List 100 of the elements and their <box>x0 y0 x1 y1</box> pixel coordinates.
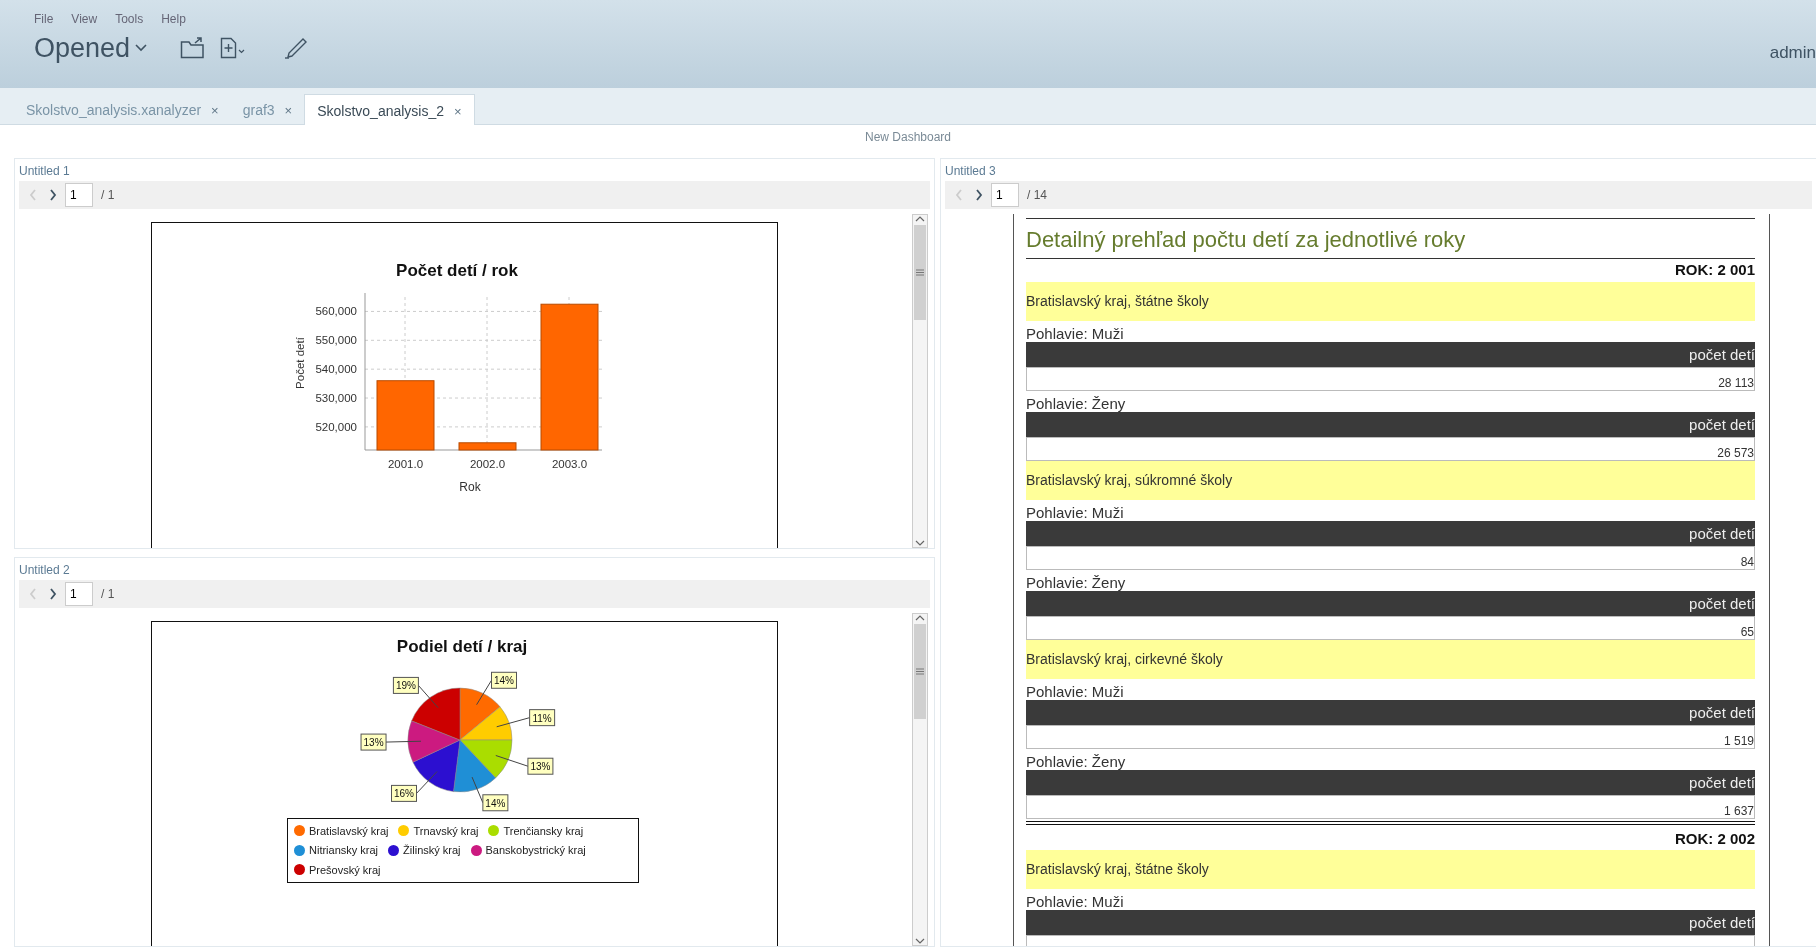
chevron-down-icon <box>134 43 149 54</box>
page-field[interactable]: 1 <box>65 183 93 207</box>
group-label: Pohlavie: Muži <box>1026 324 1125 342</box>
grip-icon <box>916 269 924 276</box>
report-title: Detailný prehľad počtu detí za jednotlivé roky <box>1026 218 1755 259</box>
chevron-left-icon <box>28 586 38 601</box>
axis-tick-label: 530,000 <box>315 392 357 405</box>
table-cell: 26 573 <box>1026 436 1755 461</box>
table-cell: 84 <box>1026 545 1755 570</box>
group-heading: Bratislavský kraj, štátne školy <box>1026 281 1755 321</box>
new-file-icon <box>220 37 247 60</box>
group-label: Pohlavie: Muži <box>1026 503 1125 521</box>
document-tab[interactable]: Skolstvo_analysis_2 × <box>304 94 475 125</box>
chevron-left-icon <box>954 188 964 202</box>
column-header: počet detí <box>1026 520 1755 546</box>
chevron-right-icon <box>48 188 58 202</box>
page-field[interactable]: 1 <box>991 183 1019 207</box>
chevron-down-icon <box>915 538 925 547</box>
folder-icon <box>180 37 207 60</box>
data-label: 11% <box>532 712 552 724</box>
close-tab-button[interactable]: × <box>454 104 462 119</box>
data-label: 14% <box>485 797 506 809</box>
panel-title: Untitled 2 <box>19 561 71 579</box>
menu-item[interactable]: Help <box>161 10 186 28</box>
close-tab-button[interactable]: × <box>284 103 293 118</box>
new-file-button[interactable] <box>220 37 247 60</box>
menu-item[interactable]: Tools <box>115 10 144 28</box>
axis-tick-label: 2001.0 <box>387 458 424 470</box>
scrollbar[interactable] <box>912 214 928 548</box>
document-tab[interactable]: graf3 × <box>230 94 305 125</box>
chevron-right-icon <box>48 586 58 601</box>
menu-item[interactable]: View <box>71 10 98 28</box>
group-heading: Bratislavský kraj, súkromné školy <box>1026 460 1755 500</box>
close-tab-button[interactable]: × <box>211 103 219 118</box>
chevron-left-icon <box>28 188 38 202</box>
column-header: počet detí <box>1026 411 1755 437</box>
group-label: Pohlavie: Ženy <box>1026 573 1127 591</box>
group-label: Pohlavie: Muži <box>1026 893 1125 910</box>
panel-title: Untitled 3 <box>945 163 997 180</box>
table-cell: 65 <box>1026 615 1755 640</box>
leader-line <box>417 684 439 708</box>
leader-line <box>385 740 422 743</box>
legend-label: Prešovský kraj <box>309 862 381 878</box>
group-heading: Bratislavský kraj, štátne školy <box>1026 850 1755 889</box>
data-label: 13% <box>527 757 554 775</box>
data-label: 19% <box>392 676 419 694</box>
table-cell: 1 519 <box>1026 724 1755 749</box>
page-count: / 1 <box>101 585 115 603</box>
page-field[interactable]: 1 <box>65 581 93 606</box>
group-label: Pohlavie: Ženy <box>1026 394 1127 412</box>
axis-tick-label: 520,000 <box>315 420 357 433</box>
group-label: Pohlavie: Muži <box>1026 682 1125 700</box>
legend-label: Banskobystrický kraj <box>485 843 586 858</box>
column-header: počet detí <box>1026 910 1755 935</box>
axis-tick-label: 2003.0 <box>551 458 588 470</box>
document-tab[interactable]: Skolstvo_analysis.xanalyzer × <box>14 94 231 125</box>
table-cell: 28 113 <box>1026 366 1755 391</box>
page-count: / 1 <box>101 187 115 204</box>
column-header: počet detí <box>1026 590 1755 616</box>
column-header: počet detí <box>1026 699 1755 725</box>
group-heading: Bratislavský kraj, cirkevné školy <box>1026 639 1755 679</box>
leader-line <box>471 776 484 803</box>
leader-line <box>496 716 531 727</box>
legend-label: Trnavský kraj <box>413 823 479 839</box>
table-cell: 1 637 <box>1026 794 1755 819</box>
menu-item[interactable]: File <box>34 10 54 28</box>
leader-line <box>416 770 438 794</box>
open-folder-button[interactable] <box>180 37 207 60</box>
page-count: / 14 <box>1027 187 1047 204</box>
axis-title: Rok <box>459 480 481 494</box>
legend-label: Žilinský kraj <box>403 843 461 858</box>
perspective-dropdown[interactable]: Opened <box>34 28 149 69</box>
scrollbar[interactable] <box>912 612 928 946</box>
data-label: 11% <box>529 708 556 726</box>
data-label: 13% <box>360 733 387 751</box>
chevron-right-icon <box>974 188 984 202</box>
pie-slice <box>407 720 461 762</box>
data-label: 16% <box>391 784 417 802</box>
data-label: 14% <box>482 793 509 811</box>
legend-label: Bratislavský kraj <box>309 823 389 839</box>
leader-line <box>495 754 529 767</box>
leader-line <box>476 679 492 705</box>
column-header: počet detí <box>1026 341 1755 367</box>
axis-title: Počet detí <box>294 337 306 389</box>
chart-title: Počet detí / rok <box>396 261 518 280</box>
dashboard-title: New Dashboard <box>863 129 952 146</box>
legend-label: Trenčiansky kraj <box>503 823 584 839</box>
user-name[interactable]: admin <box>1769 40 1816 66</box>
chevron-down-icon <box>915 937 925 945</box>
axis-tick-label: 560,000 <box>315 305 357 318</box>
data-label: 14% <box>491 671 517 689</box>
legend-label: Nitriansky kraj <box>309 843 379 858</box>
bar <box>458 442 517 451</box>
chevron-up-icon <box>915 215 925 223</box>
axis-tick-label: 2002.0 <box>469 458 506 470</box>
panel-title: Untitled 1 <box>19 163 71 180</box>
axis-tick-label: 550,000 <box>315 334 357 347</box>
year-heading: ROK: 2 001 <box>1673 260 1755 280</box>
bar <box>376 380 435 451</box>
axis-tick-label: 540,000 <box>315 363 357 376</box>
